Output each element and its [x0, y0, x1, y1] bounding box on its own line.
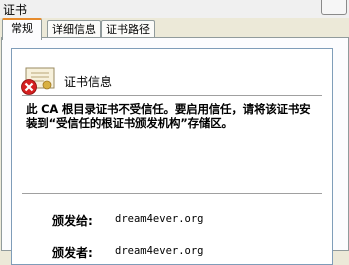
issued-to-value: dream4ever.org — [115, 213, 204, 225]
divider — [22, 193, 322, 194]
certificate-error-icon — [21, 67, 55, 95]
title-bar: 证书 — [0, 0, 349, 18]
issued-by-label: 颁发者: — [52, 246, 93, 260]
issued-by-value: dream4ever.org — [115, 245, 204, 257]
divider — [22, 95, 322, 96]
cert-info-title: 证书信息 — [64, 75, 113, 89]
tab-cert-path[interactable]: 证书路径 — [101, 20, 155, 38]
tab-details[interactable]: 详细信息 — [47, 20, 101, 38]
close-button[interactable] — [321, 0, 347, 15]
tab-panel: 证书信息 此 CA 根目录证书不受信任。要启用信任，请将该证书安装到“受信任的根… — [1, 37, 349, 265]
tab-cert-path-label: 证书路径 — [106, 23, 150, 36]
window-title: 证书 — [3, 3, 28, 17]
tab-details-label: 详细信息 — [52, 23, 96, 36]
tab-general[interactable]: 常规 — [2, 18, 42, 40]
cert-info-box: 证书信息 此 CA 根目录证书不受信任。要启用信任，请将该证书安装到“受信任的根… — [11, 48, 333, 265]
issued-to-label: 颁发给: — [52, 214, 93, 228]
tab-general-label: 常规 — [11, 22, 33, 35]
untrusted-warning-text: 此 CA 根目录证书不受信任。要启用信任，请将该证书安装到“受信任的根证书颁发机… — [26, 102, 311, 130]
